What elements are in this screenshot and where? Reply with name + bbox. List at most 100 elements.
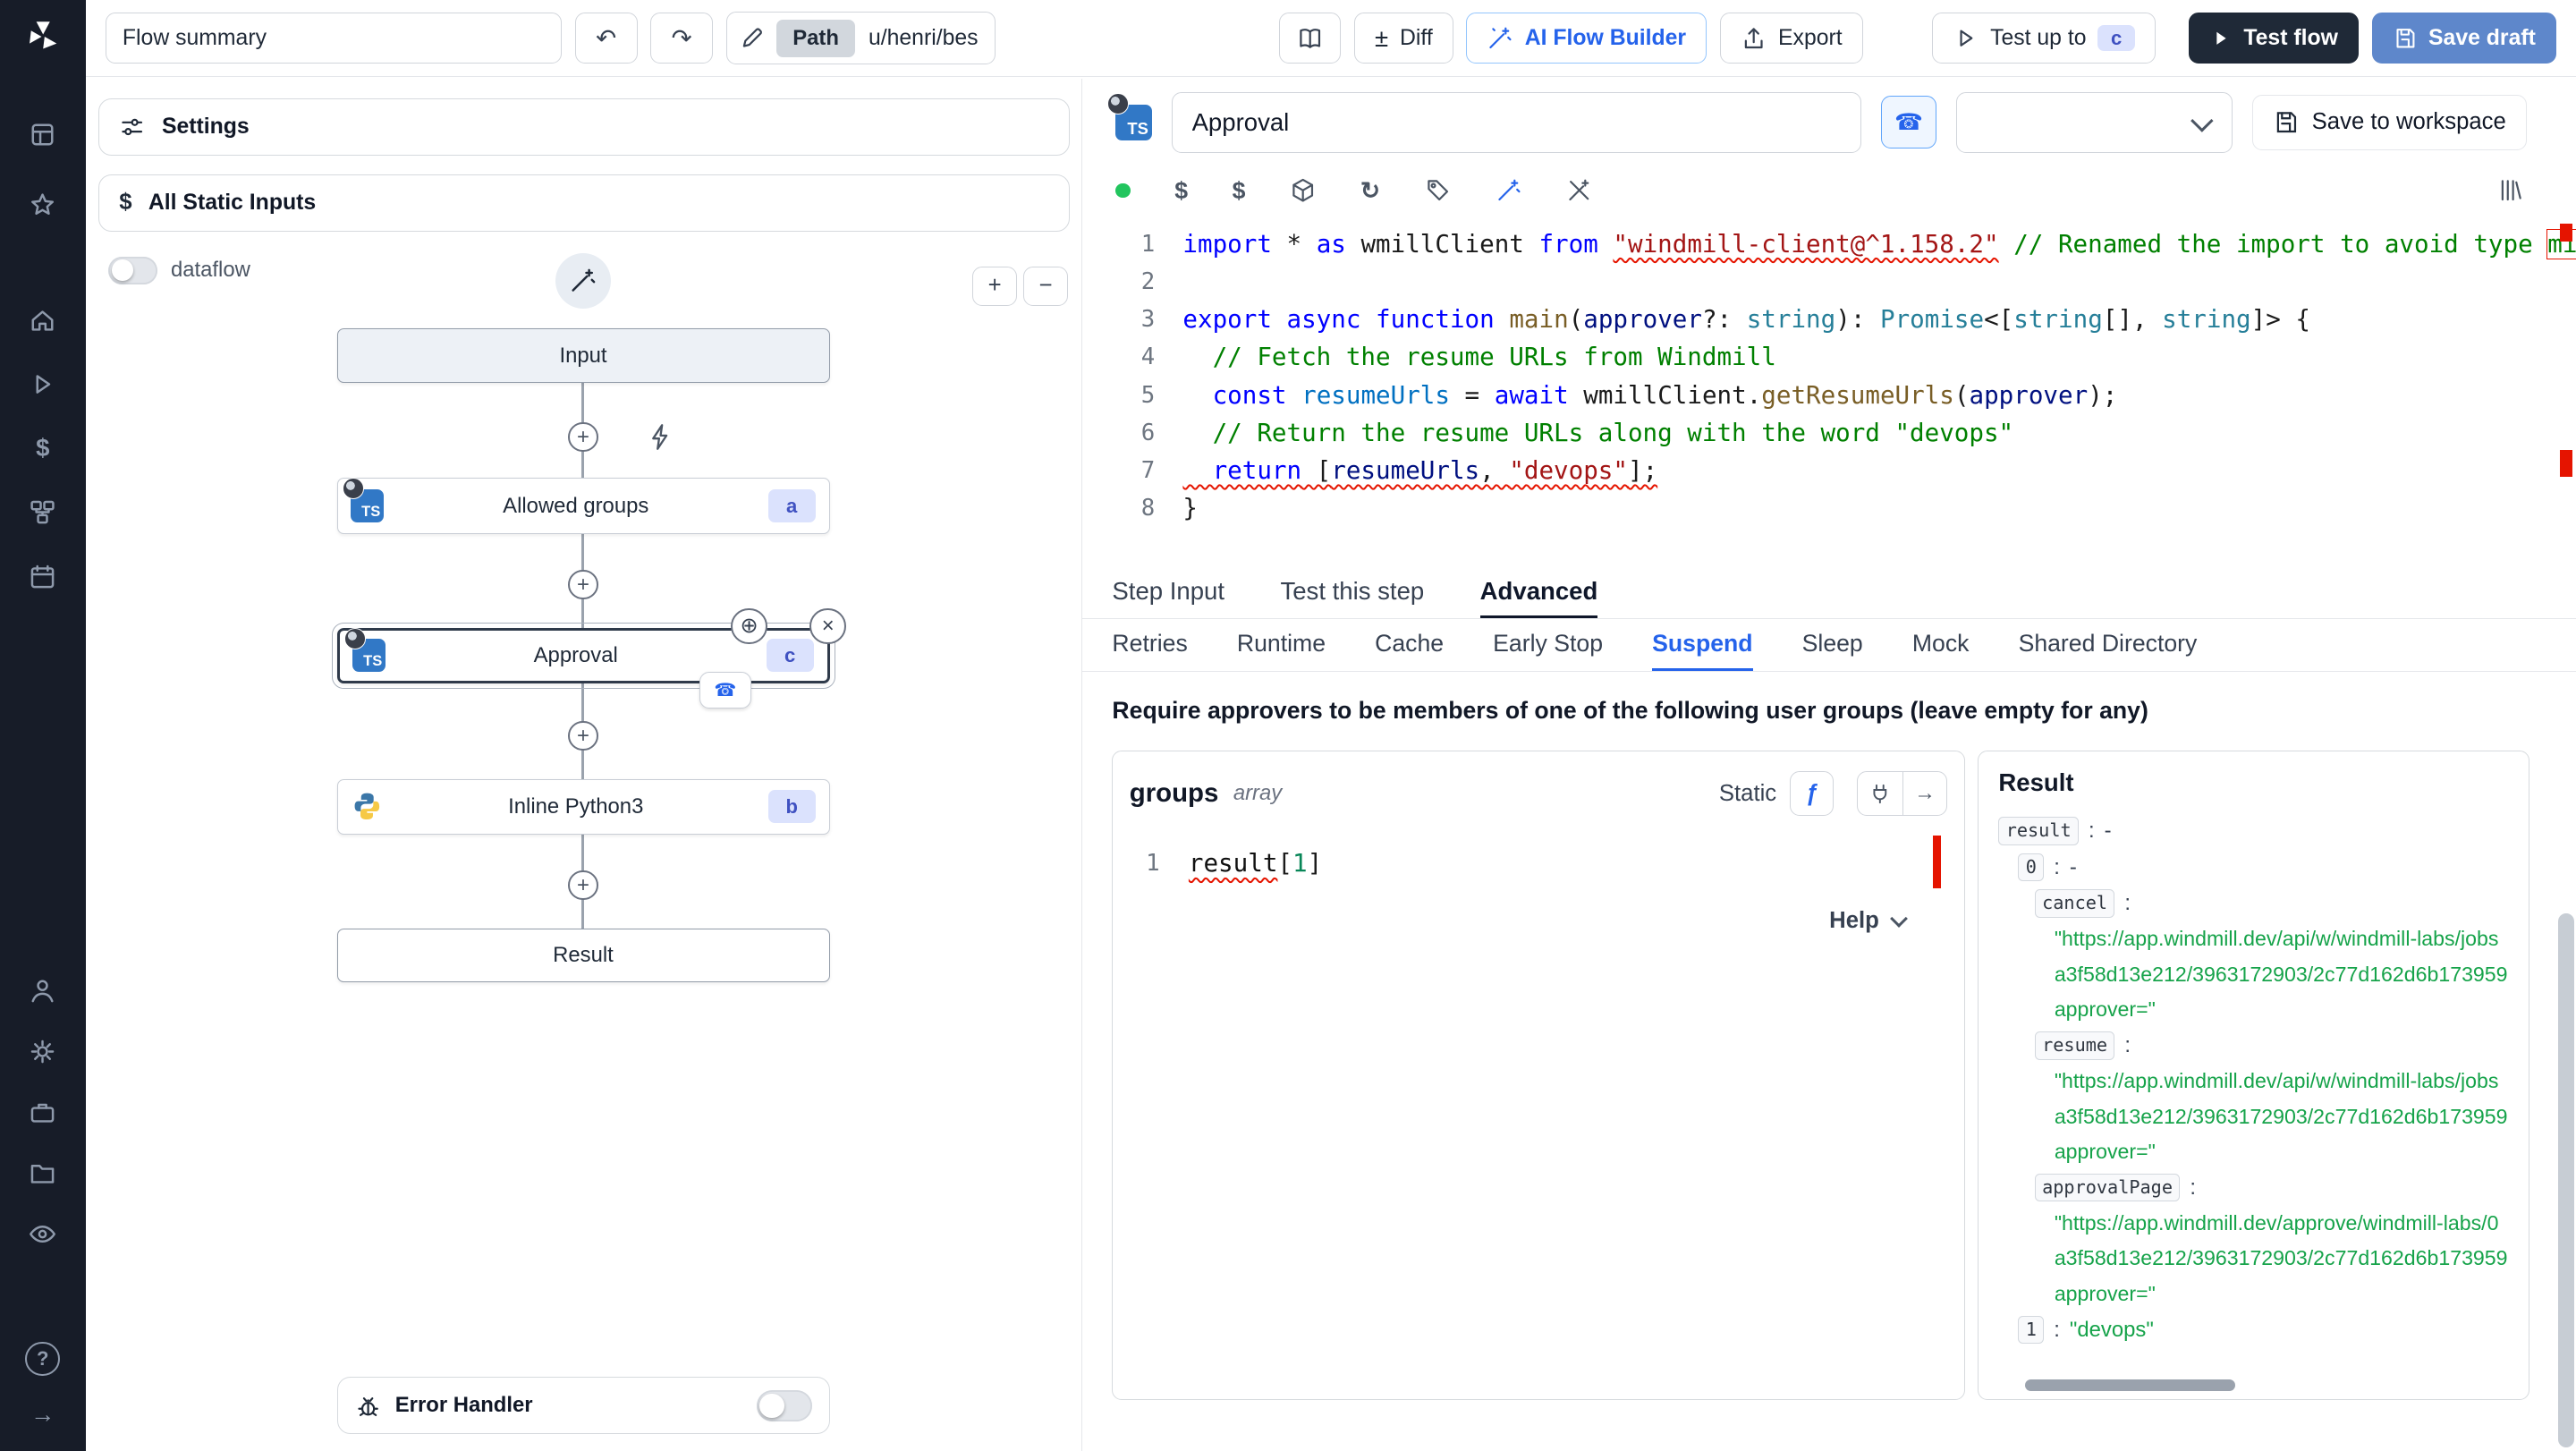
node-input[interactable]: Input	[336, 328, 830, 383]
variables-button[interactable]: $	[1174, 177, 1188, 205]
tab-runtime[interactable]: Runtime	[1237, 619, 1326, 672]
node-result[interactable]: Result	[336, 928, 830, 983]
settings-gear-icon[interactable]	[23, 1031, 63, 1071]
path-editor[interactable]: Path u/henri/bes	[725, 12, 996, 65]
delete-step-button[interactable]: ×	[809, 607, 846, 644]
tab-mock[interactable]: Mock	[1912, 619, 1970, 672]
result-row[interactable]: cancel :	[1998, 886, 2509, 921]
users-icon[interactable]	[23, 972, 63, 1011]
script-library-icon[interactable]	[2497, 177, 2523, 203]
expand-sidebar-icon[interactable]: →	[23, 1395, 63, 1434]
line-number: 4	[1140, 344, 1156, 371]
audit-logs-eye-icon[interactable]	[23, 1214, 63, 1253]
node-allowed-groups[interactable]: TS Allowed groups a	[336, 478, 830, 534]
result-row[interactable]: result : -	[1998, 813, 2509, 849]
tab-early-stop[interactable]: Early Stop	[1493, 619, 1603, 672]
ai-graph-wand-button[interactable]	[555, 252, 612, 310]
reload-icon[interactable]: ↻	[1360, 177, 1380, 205]
save-draft-label: Save draft	[2428, 25, 2536, 50]
node-inline-python3[interactable]: Inline Python3 b	[336, 778, 830, 836]
cancel-url[interactable]: a3f58d13e212/3963172903/2c77d162d6b17395…	[1998, 957, 2509, 992]
arrow-right-icon[interactable]: →	[1902, 772, 1947, 816]
dataflow-toggle[interactable]	[108, 256, 158, 284]
tab-retries[interactable]: Retries	[1112, 619, 1187, 672]
help-icon[interactable]: ?	[23, 1339, 63, 1379]
approval-page-url[interactable]: approver="	[1998, 1277, 2509, 1311]
flow-settings-row[interactable]: Settings	[98, 98, 1070, 157]
typescript-icon: TS	[344, 627, 386, 673]
resume-url[interactable]: a3f58d13e212/3963172903/2c77d162d6b17395…	[1998, 1099, 2509, 1134]
add-step-button[interactable]: +	[568, 570, 598, 600]
add-step-button[interactable]: +	[568, 721, 598, 751]
add-step-button[interactable]: +	[568, 870, 598, 901]
scrollbar-thumb[interactable]	[2557, 913, 2575, 1448]
error-handler-row[interactable]: Error Handler	[336, 1377, 830, 1435]
result-row[interactable]: approvalPage :	[1998, 1169, 2509, 1205]
resources-icon[interactable]	[23, 493, 63, 532]
resume-url[interactable]: approver="	[1998, 1134, 2509, 1169]
tab-step-input[interactable]: Step Input	[1112, 567, 1224, 618]
ai-assistant-off-icon[interactable]	[1566, 177, 1592, 203]
trigger-bolt-icon[interactable]	[646, 422, 675, 452]
diff-button[interactable]: ± Diff	[1354, 13, 1453, 64]
tab-advanced[interactable]: Advanced	[1479, 567, 1598, 618]
docs-button[interactable]	[1278, 13, 1342, 64]
package-icon[interactable]	[1290, 177, 1316, 203]
result-row[interactable]: 1 : "devops"	[1998, 1311, 2509, 1347]
save-draft-button[interactable]: Save draft	[2371, 13, 2556, 64]
home-icon[interactable]	[23, 301, 63, 340]
typescript-icon: TS	[343, 478, 384, 523]
suspend-phone-button[interactable]: ☎	[1881, 96, 1936, 149]
template-select[interactable]	[1956, 91, 2233, 153]
zoom-out-button[interactable]: −	[1023, 266, 1068, 306]
expression-editor[interactable]: 1 result[1]	[1130, 836, 1948, 888]
favorites-star-icon[interactable]	[23, 186, 63, 225]
tab-shared-directory[interactable]: Shared Directory	[2019, 619, 2198, 672]
workers-icon[interactable]	[23, 1092, 63, 1132]
result-row[interactable]: resume :	[1998, 1028, 2509, 1064]
add-step-button[interactable]: +	[568, 422, 598, 453]
suspend-phone-indicator[interactable]: ☎	[699, 672, 751, 709]
static-toggle-label[interactable]: Static	[1719, 781, 1776, 807]
tab-sleep[interactable]: Sleep	[1802, 619, 1863, 672]
horizontal-scrollbar[interactable]	[2024, 1379, 2235, 1391]
panel-scrollbar[interactable]	[2556, 79, 2576, 1451]
folders-icon[interactable]	[23, 1153, 63, 1192]
test-up-to-button[interactable]: Test up to c	[1931, 13, 2157, 64]
zoom-in-button[interactable]: +	[972, 266, 1017, 306]
cancel-url[interactable]: approver="	[1998, 992, 2509, 1027]
help-row[interactable]: Help	[1130, 908, 1948, 934]
result-title: Result	[1998, 768, 2074, 796]
redo-button[interactable]: ↷	[650, 13, 714, 64]
export-button[interactable]: Export	[1719, 13, 1863, 64]
undo-button[interactable]: ↶	[574, 13, 638, 64]
approval-page-url[interactable]: a3f58d13e212/3963172903/2c77d162d6b17395…	[1998, 1241, 2509, 1276]
step-name-input[interactable]	[1171, 91, 1862, 153]
resources-button[interactable]: $	[1233, 177, 1246, 205]
ai-flow-builder-button[interactable]: AI Flow Builder	[1466, 13, 1707, 64]
error-handler-toggle[interactable]	[756, 1389, 813, 1421]
code-editor[interactable]: 1 import * as wmillClient from "windmill-…	[1082, 220, 2576, 567]
ai-assistant-wand-icon[interactable]	[1496, 177, 1521, 203]
variables-icon[interactable]: $	[23, 429, 63, 468]
schedules-icon[interactable]	[23, 557, 63, 597]
move-step-button[interactable]: ⊕	[731, 607, 767, 644]
approval-page-url[interactable]: "https://app.windmill.dev/approve/windmi…	[1998, 1206, 2509, 1241]
runs-icon[interactable]	[23, 365, 63, 404]
all-static-inputs-row[interactable]: $ All Static Inputs	[98, 174, 1070, 232]
save-to-workspace-button[interactable]: Save to workspace	[2251, 94, 2527, 151]
cancel-url[interactable]: "https://app.windmill.dev/api/w/windmill…	[1998, 921, 2509, 956]
plug-icon[interactable]	[1858, 772, 1902, 815]
flow-summary-input[interactable]	[105, 13, 563, 64]
tag-icon[interactable]	[1425, 177, 1451, 203]
tab-suspend[interactable]: Suspend	[1652, 619, 1753, 672]
javascript-expression-button[interactable]: ƒ	[1789, 771, 1835, 816]
tab-test-this-step[interactable]: Test this step	[1280, 567, 1424, 618]
tab-cache[interactable]: Cache	[1375, 619, 1444, 672]
wand-icon	[572, 269, 596, 293]
windmill-logo-icon[interactable]	[23, 16, 63, 55]
resume-url[interactable]: "https://app.windmill.dev/api/w/windmill…	[1998, 1064, 2509, 1099]
test-flow-button[interactable]: Test flow	[2188, 13, 2359, 64]
result-row[interactable]: 0 : -	[1998, 849, 2509, 885]
apps-icon[interactable]	[23, 115, 63, 155]
